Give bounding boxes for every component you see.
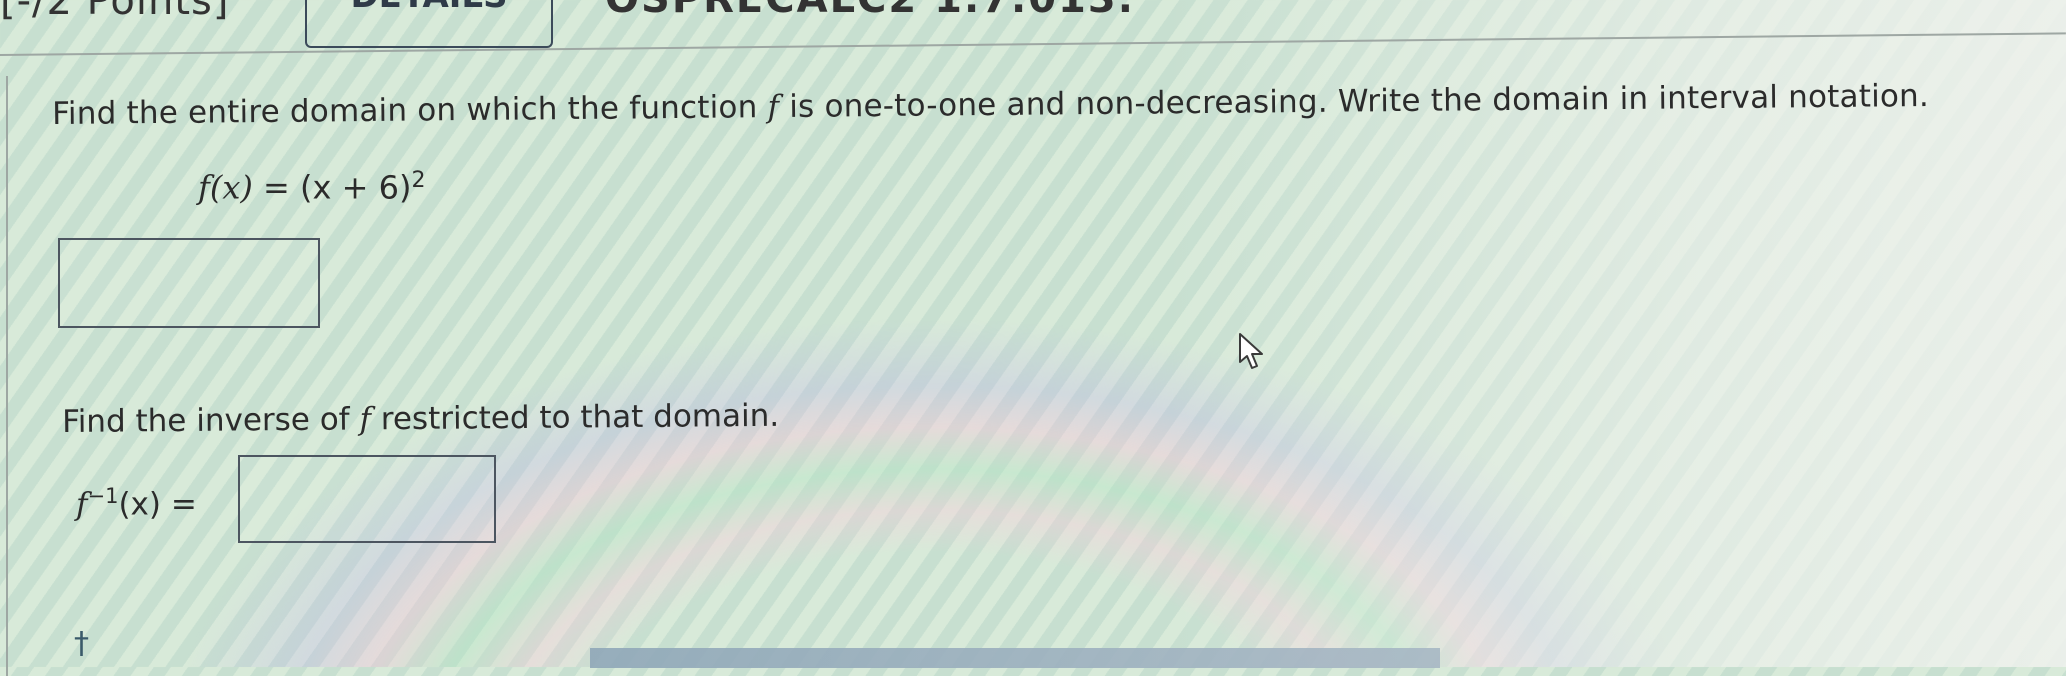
domain-answer-input[interactable]: [58, 238, 320, 328]
prompt-text-end: restricted to that domain.: [370, 397, 780, 438]
formula-rhs: = (x + 6): [263, 168, 412, 207]
function-symbol: f: [767, 89, 780, 126]
bottom-toolbar-edge: [590, 648, 1440, 668]
panel-border: [6, 76, 8, 676]
inverse-lhs-rest: (x) =: [118, 486, 197, 523]
mouse-pointer-icon: [1239, 333, 1263, 369]
question-domain-prompt: Find the entire domain on which the func…: [52, 78, 1929, 132]
dagger-icon: †: [74, 626, 89, 661]
formula-lhs: f(x): [198, 168, 253, 207]
inverse-exponent: −1: [87, 484, 119, 508]
points-label: [-/2 Points]: [0, 0, 230, 24]
prompt-text-end: is one-to-one and non-decreasing. Write …: [779, 77, 1930, 126]
details-button[interactable]: DETAILS: [305, 0, 553, 48]
formula-exponent: 2: [411, 168, 426, 193]
inverse-answer-input[interactable]: [238, 455, 496, 543]
function-formula: f(x) = (x + 6)2: [198, 168, 425, 207]
question-inverse-prompt: Find the inverse of f restricted to that…: [62, 398, 779, 440]
prompt-text-start: Find the entire domain on which the func…: [52, 89, 768, 132]
inverse-function-label: f−1(x) =: [76, 484, 197, 522]
inverse-f-symbol: f: [76, 486, 88, 523]
function-symbol: f: [359, 401, 372, 438]
prompt-text-start: Find the inverse of: [62, 401, 360, 440]
question-source-code: OSPRECALC2 1.7.013.: [605, 0, 1135, 22]
